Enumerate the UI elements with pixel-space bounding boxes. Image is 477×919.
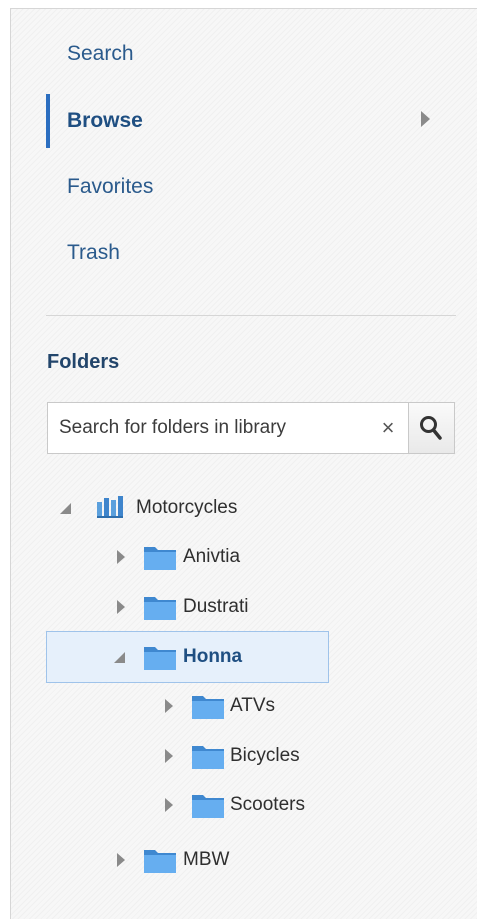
folder-search-box: × bbox=[47, 402, 409, 454]
tree-node-library[interactable]: Motorcycles bbox=[60, 494, 320, 522]
expand-toggle-icon[interactable] bbox=[117, 550, 125, 564]
folder-icon bbox=[144, 850, 176, 873]
folder-icon bbox=[144, 647, 176, 670]
expand-toggle-icon[interactable] bbox=[165, 749, 173, 763]
folder-search-input[interactable] bbox=[48, 403, 368, 453]
chevron-right-icon[interactable] bbox=[421, 111, 430, 127]
tree-node-label: Motorcycles bbox=[136, 497, 238, 518]
expand-toggle-icon[interactable] bbox=[165, 798, 173, 812]
expand-toggle-icon[interactable] bbox=[165, 699, 173, 713]
library-icon bbox=[97, 496, 123, 518]
tree-node-label: MBW bbox=[183, 849, 230, 870]
nav-trash[interactable]: Trash bbox=[67, 241, 120, 265]
tree-node-folder[interactable]: MBW bbox=[117, 846, 317, 874]
search-icon bbox=[420, 416, 442, 440]
nav-search[interactable]: Search bbox=[67, 42, 134, 66]
tree-node-label: Honna bbox=[183, 646, 243, 667]
folder-icon bbox=[144, 547, 176, 570]
tree-node-folder[interactable]: Bicycles bbox=[165, 742, 365, 770]
tree-node-folder[interactable]: ATVs bbox=[165, 692, 365, 720]
folder-icon bbox=[192, 795, 224, 818]
navigation-panel bbox=[10, 8, 477, 919]
tree-node-label: Scooters bbox=[230, 794, 305, 815]
folders-heading: Folders bbox=[47, 351, 120, 373]
tree-node-folder-selected[interactable]: Honna bbox=[114, 643, 314, 671]
expand-toggle-icon[interactable] bbox=[114, 652, 125, 663]
tree-node-label: Bicycles bbox=[230, 745, 300, 766]
folder-icon bbox=[192, 696, 224, 719]
tree-node-label: Anivtia bbox=[183, 546, 241, 567]
nav-favorites[interactable]: Favorites bbox=[67, 175, 153, 199]
tree-node-folder[interactable]: Scooters bbox=[165, 791, 365, 819]
search-button[interactable] bbox=[409, 402, 455, 454]
expand-toggle-icon[interactable] bbox=[60, 503, 71, 514]
expand-toggle-icon[interactable] bbox=[117, 853, 125, 867]
close-icon[interactable]: × bbox=[378, 416, 398, 440]
expand-toggle-icon[interactable] bbox=[117, 600, 125, 614]
tree-node-folder[interactable]: Anivtia bbox=[117, 543, 317, 571]
folder-icon bbox=[144, 597, 176, 620]
nav-browse[interactable]: Browse bbox=[67, 109, 143, 133]
folder-icon bbox=[192, 746, 224, 769]
active-indicator bbox=[46, 94, 50, 148]
tree-node-label: ATVs bbox=[230, 695, 276, 716]
tree-node-folder[interactable]: Dustrati bbox=[117, 593, 317, 621]
tree-node-label: Dustrati bbox=[183, 596, 249, 617]
section-divider bbox=[46, 315, 456, 316]
